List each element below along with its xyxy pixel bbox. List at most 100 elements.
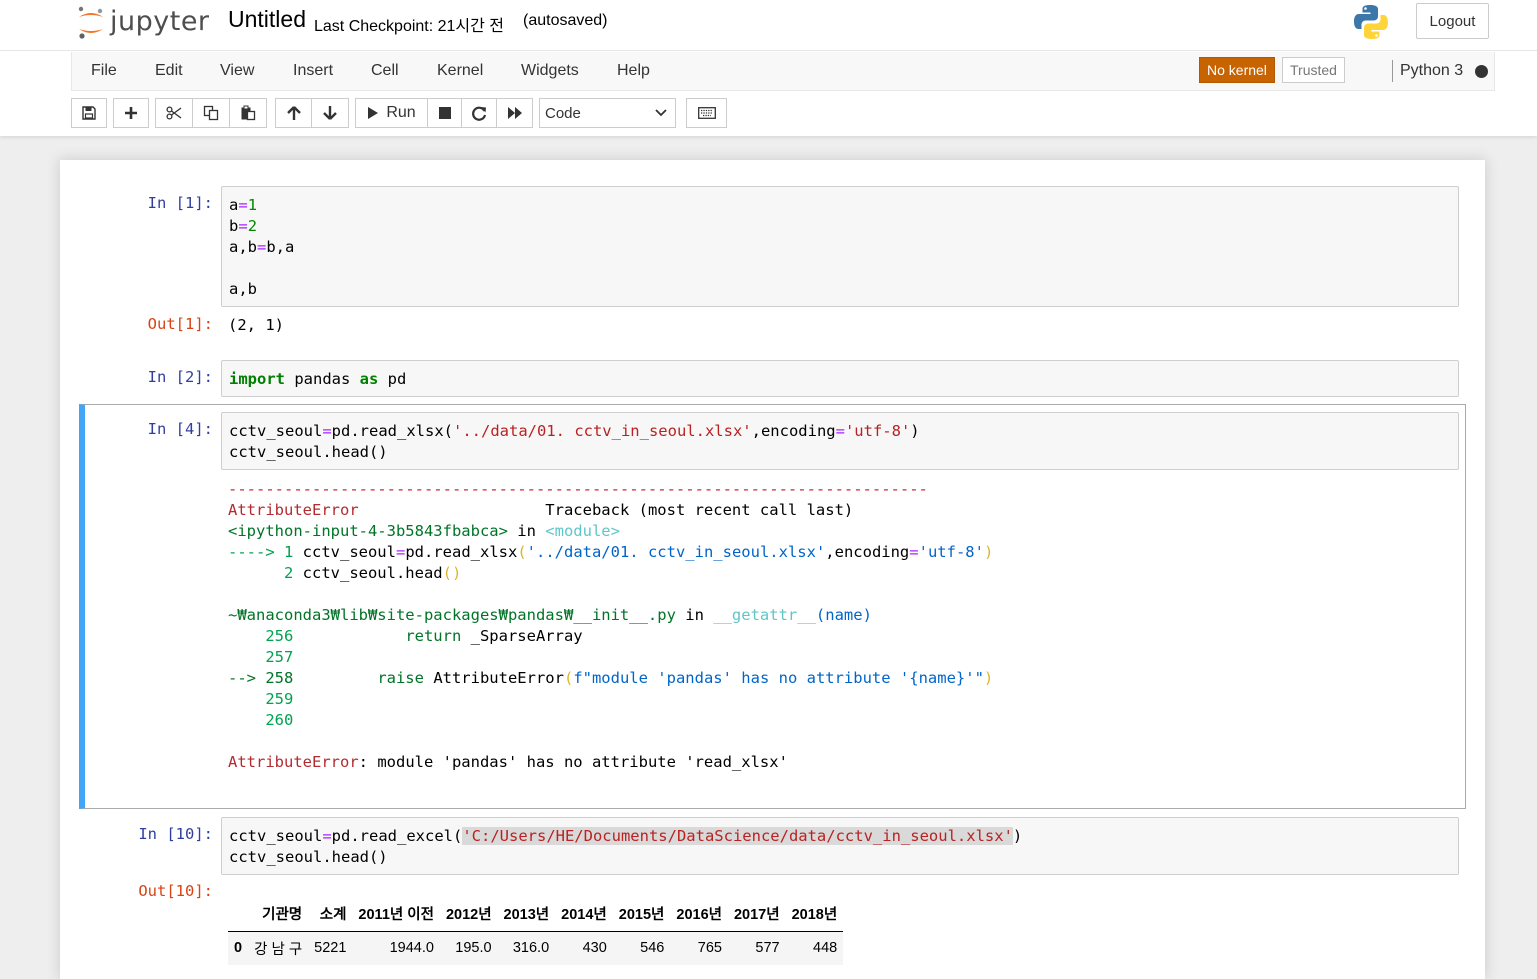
cell-10-in-prompt: In [10]: — [138, 825, 213, 843]
error-message: : module 'pandas' has no attribute 'read… — [358, 753, 788, 771]
arrow-up-icon — [286, 106, 301, 120]
cut-button[interactable] — [155, 98, 193, 128]
python-logo-icon — [1354, 5, 1388, 39]
module-ref: <module> — [545, 522, 620, 540]
traceback-file-line: ~₩anaconda3₩lib₩site-packages₩pandas₩__i… — [228, 605, 872, 626]
table-column-header: 2017년 — [733, 907, 780, 924]
code-line: a,b — [229, 280, 257, 298]
table-cell: 430 — [582, 940, 607, 957]
fast-forward-icon — [507, 107, 522, 119]
cell-type-value: Code — [545, 104, 581, 122]
cell-type-select[interactable]: Code — [539, 98, 676, 128]
copy-button[interactable] — [192, 98, 230, 128]
cell-1-out-prompt: Out[1]: — [147, 315, 213, 333]
autosave-status: (autosaved) — [523, 12, 608, 29]
command-palette-button[interactable] — [686, 98, 727, 128]
menu-widgets[interactable]: Widgets — [521, 62, 579, 80]
table-column-header: 2014년 — [561, 907, 607, 924]
jupyter-logo[interactable]: jupyter — [76, 4, 210, 40]
logout-button[interactable]: Logout — [1416, 3, 1489, 39]
table-column-header: 소계 — [319, 907, 347, 924]
insert-cell-button[interactable] — [113, 98, 149, 128]
notebook-title[interactable]: Untitled — [228, 6, 306, 33]
menu-edit[interactable]: Edit — [155, 62, 183, 80]
move-down-button[interactable] — [311, 98, 349, 128]
table-header-row: 기관명 소계 2011년 이전 2012년 2013년 2014년 2015년 … — [228, 897, 844, 931]
save-button[interactable] — [71, 98, 107, 128]
traceback-dashes: ----------------------------------------… — [228, 480, 928, 498]
cell-2-in-prompt: In [2]: — [147, 368, 213, 386]
table-index-header — [228, 897, 248, 931]
run-button[interactable]: Run — [355, 98, 428, 128]
save-icon — [82, 106, 96, 120]
traceback-header: AttributeError Traceback (most recent ca… — [228, 500, 853, 521]
table-column-header: 2012년 — [445, 907, 492, 924]
traceback-frame-line: 260 — [228, 711, 303, 729]
table-cell: 316.0 — [512, 940, 550, 957]
paste-button[interactable] — [229, 98, 267, 128]
kernel-idle-indicator-icon — [1475, 65, 1488, 78]
jupyter-wordmark: jupyter — [110, 5, 210, 37]
table-cell: 577 — [755, 940, 780, 957]
menu-help[interactable]: Help — [617, 62, 650, 80]
code-line: cctv_seoul=pd.read_xlsx('../data/01. cct… — [229, 422, 920, 440]
restart-icon — [471, 106, 486, 121]
cell-10-out-prompt: Out[10]: — [138, 882, 213, 900]
traceback-label: Traceback (most recent call last) — [545, 501, 854, 519]
menu-kernel[interactable]: Kernel — [437, 62, 483, 80]
func-args: (name) — [815, 606, 872, 624]
code-line: cctv_seoul.head() — [229, 443, 388, 461]
traceback-frame-line: --> 258 raise AttributeError(f"module 'p… — [228, 669, 994, 687]
trusted-badge[interactable]: Trusted — [1282, 57, 1345, 83]
code-line: a,b=b,a — [229, 238, 295, 256]
table-column-header: 2018년 — [791, 907, 838, 924]
keyboard-icon — [697, 107, 716, 119]
table-column-header: 2016년 — [676, 907, 722, 924]
table-cell: 765 — [697, 940, 722, 957]
table-cell: 195.0 — [455, 940, 492, 957]
menu-insert[interactable]: Insert — [293, 62, 333, 80]
restart-run-all-button[interactable] — [496, 98, 533, 128]
menu-view[interactable]: View — [220, 62, 254, 80]
header-top: jupyter Untitled Last Checkpoint: 21시간 전… — [0, 0, 1537, 51]
table-cell: 546 — [640, 940, 665, 957]
func-ref: __getattr__ — [713, 606, 816, 624]
cell-2-input[interactable]: import pandas as pd — [221, 360, 1459, 397]
code-line: b=2 — [229, 217, 258, 235]
cell-4-input[interactable]: cctv_seoul=pd.read_xlsx('../data/01. cct… — [221, 412, 1459, 470]
plus-icon — [125, 107, 137, 119]
traceback-frame-line: 259 — [228, 690, 303, 708]
table-cell: 448 — [813, 940, 838, 957]
kernel-name: Python 3 — [1400, 62, 1464, 79]
error-name: AttributeError — [228, 501, 359, 519]
code-line: cctv_seoul.head() — [229, 848, 388, 866]
table-column-header: 2013년 — [503, 907, 550, 924]
stop-icon — [438, 107, 451, 119]
interrupt-button[interactable] — [427, 98, 462, 128]
menu-file[interactable]: File — [91, 62, 117, 80]
table-column-header: 2015년 — [618, 907, 665, 924]
input-ref: <ipython-input-4-3b5843fbabca> — [228, 522, 508, 540]
copy-icon — [203, 105, 219, 121]
table-cell: 1944.0 — [389, 940, 434, 957]
cell-10-input[interactable]: cctv_seoul=pd.read_excel('C:/Users/HE/Do… — [221, 817, 1459, 875]
cell-4-in-prompt: In [4]: — [147, 420, 213, 438]
table-row-index: 0 — [234, 940, 243, 957]
table-row: 0 강 남 구 5221 1944.0 195.0 316.0 430 546 … — [228, 931, 844, 965]
arrow-down-icon — [323, 106, 337, 120]
menu-cell[interactable]: Cell — [371, 62, 399, 80]
in-word: in — [507, 522, 546, 540]
jupyter-orbit-icon — [78, 6, 103, 39]
traceback-frame-line: 257 — [228, 648, 303, 666]
restart-button[interactable] — [461, 98, 497, 128]
kernel-status-badge[interactable]: No kernel — [1199, 57, 1275, 83]
code-line: a=1 — [229, 196, 258, 214]
chevron-down-icon — [655, 109, 667, 117]
move-up-button[interactable] — [275, 98, 312, 128]
table-cell: 5221 — [314, 940, 347, 957]
notebook-container: In [1]: a=1 b=2 a,b=b,a a,b Out[1]: (2, … — [60, 160, 1485, 979]
checkpoint-status: Last Checkpoint: 21시간 전 — [314, 18, 505, 35]
cell-1-input[interactable]: a=1 b=2 a,b=b,a a,b — [221, 186, 1459, 307]
paste-icon — [241, 105, 256, 121]
table-cell: 강 남 구 — [254, 941, 303, 958]
